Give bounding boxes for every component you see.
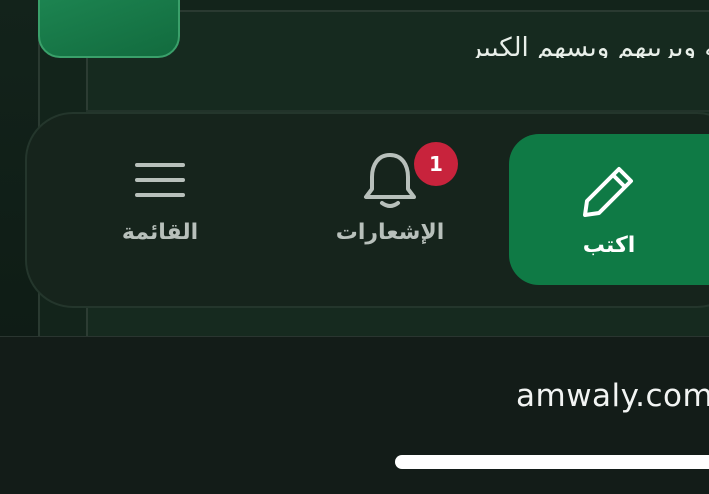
pencil-icon (579, 161, 639, 221)
article-snippet-text: لوكه ويريبهم ويسهم الكبير (469, 33, 709, 58)
green-card[interactable] (38, 0, 180, 58)
url-display[interactable]: amwaly.com (516, 378, 709, 414)
browser-bottom-bar (0, 336, 709, 494)
bell-icon (360, 150, 420, 210)
app-screen: لوكه ويريبهم ويسهم الكبير القائمة الإشعا… (0, 0, 709, 494)
notification-count-badge: 1 (414, 142, 458, 186)
nav-write-label: اكتب (582, 233, 636, 258)
nav-notifications-label: الإشعارات (335, 220, 445, 245)
nav-write-button[interactable]: اكتب (509, 134, 709, 285)
nav-menu-label: القائمة (121, 220, 199, 245)
hamburger-menu-icon (130, 150, 190, 210)
nav-menu-button[interactable]: القائمة (110, 150, 210, 245)
home-indicator[interactable] (395, 455, 709, 469)
